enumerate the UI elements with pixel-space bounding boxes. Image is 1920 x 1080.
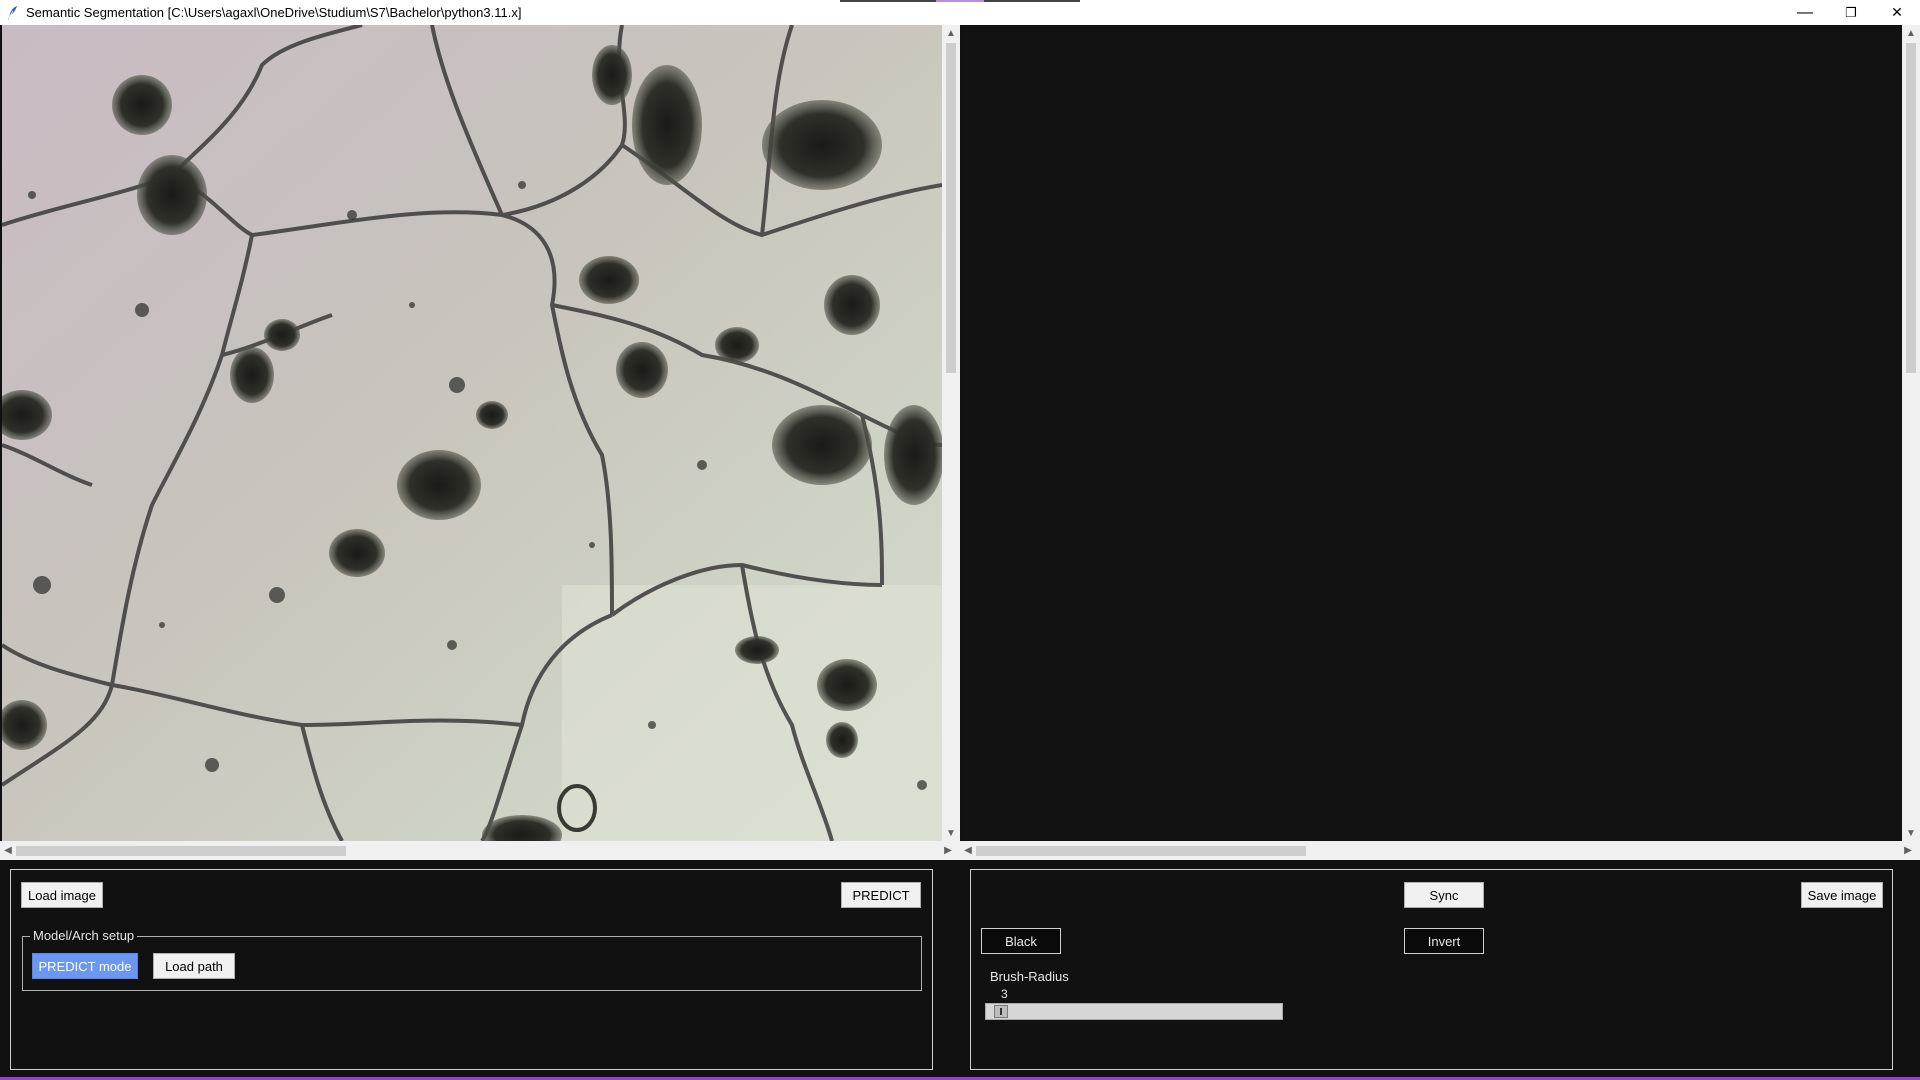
scroll-right-arrow-icon[interactable]: ▶	[1900, 841, 1916, 860]
load-image-button[interactable]: Load image	[21, 882, 103, 908]
minimize-button[interactable]: —	[1782, 0, 1828, 25]
vertical-scroll-thumb[interactable]	[946, 43, 956, 373]
input-image-canvas[interactable]	[2, 25, 942, 841]
mask-controls-frame: Sync Save image Black Invert Brush-Radiu…	[970, 869, 1893, 1070]
input-vertical-scrollbar[interactable]: ▲ ▼	[942, 25, 960, 841]
invert-button[interactable]: Invert	[1404, 928, 1484, 954]
predict-button[interactable]: PREDICT	[841, 882, 921, 908]
mask-horizontal-scrollbar[interactable]: ◀ ▶	[960, 841, 1920, 860]
feather-icon	[8, 5, 17, 20]
mask-canvas[interactable]	[962, 25, 1902, 841]
sync-button[interactable]: Sync	[1404, 882, 1484, 908]
scroll-up-arrow-icon[interactable]: ▲	[1902, 25, 1920, 41]
scroll-right-arrow-icon[interactable]: ▶	[940, 841, 956, 860]
horizontal-scroll-thumb[interactable]	[976, 846, 1306, 856]
save-image-button[interactable]: Save image	[1801, 882, 1883, 908]
model-arch-setup-frame: Model/Arch setup PREDICT mode Load path	[22, 928, 922, 991]
scroll-left-arrow-icon[interactable]: ◀	[960, 841, 976, 860]
title-accent-bar	[840, 0, 1080, 2]
model-arch-setup-label: Model/Arch setup	[30, 928, 138, 943]
scroll-down-arrow-icon[interactable]: ▼	[1902, 825, 1920, 841]
scroll-left-arrow-icon[interactable]: ◀	[0, 841, 16, 860]
black-color-button[interactable]: Black	[981, 928, 1061, 954]
input-image-panel: ▲ ▼ ◀ ▶	[0, 25, 960, 863]
predict-mode-button[interactable]: PREDICT mode	[32, 953, 138, 979]
micrograph-image	[2, 25, 942, 841]
brush-radius-label: Brush-Radius	[990, 969, 1069, 984]
scroll-down-arrow-icon[interactable]: ▼	[942, 825, 960, 841]
scroll-up-arrow-icon[interactable]: ▲	[942, 25, 960, 41]
load-path-button[interactable]: Load path	[153, 953, 235, 979]
horizontal-scroll-thumb[interactable]	[16, 846, 346, 856]
close-button[interactable]: ✕	[1874, 0, 1920, 25]
slider-grip-handle[interactable]	[994, 1005, 1008, 1018]
brush-radius-value: 3	[1001, 987, 1008, 1001]
brush-radius-slider[interactable]	[985, 1003, 1283, 1020]
window-title: Semantic Segmentation [C:\Users\agaxl\On…	[26, 5, 522, 20]
vertical-scroll-thumb[interactable]	[1906, 43, 1916, 373]
input-horizontal-scrollbar[interactable]: ◀ ▶	[0, 841, 960, 860]
restore-button[interactable]: ❐	[1828, 0, 1874, 25]
input-controls-frame: Load image PREDICT Model/Arch setup PRED…	[10, 869, 933, 1070]
title-bar: Semantic Segmentation [C:\Users\agaxl\On…	[0, 0, 1920, 25]
mask-panel: ▲ ▼ ◀ ▶	[960, 25, 1920, 863]
mask-vertical-scrollbar[interactable]: ▲ ▼	[1902, 25, 1920, 841]
